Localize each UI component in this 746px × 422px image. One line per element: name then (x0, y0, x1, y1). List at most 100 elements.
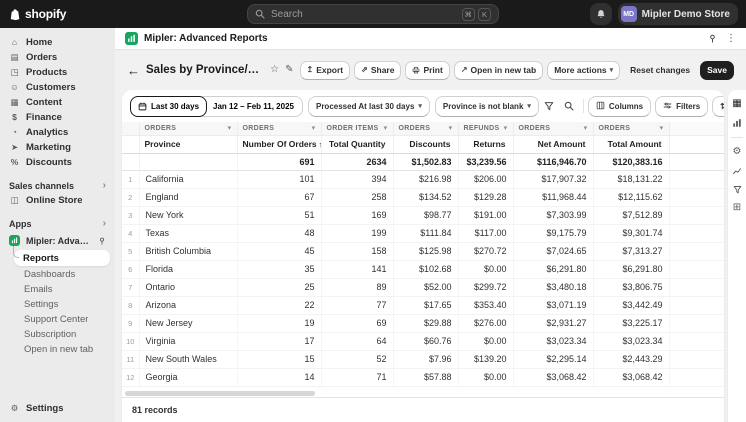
sales-channels-header[interactable]: Sales channels › (0, 179, 115, 193)
column-header[interactable]: Total Quantity (321, 135, 393, 153)
sidebar-nav-item[interactable]: ▦ Content (0, 95, 115, 110)
scrollbar-thumb[interactable] (125, 391, 315, 396)
column-group-header[interactable]: ORDERS ▾ (237, 122, 321, 135)
app-bar: Mipler: Advanced Reports ⋮ (115, 28, 746, 50)
sidebar-item-online-store[interactable]: ◫ Online Store (0, 193, 115, 208)
column-header[interactable]: Returns (458, 135, 513, 153)
column-group-header[interactable]: ORDER ITEMS ▾ (321, 122, 393, 135)
column-header[interactable]: Discounts (393, 135, 458, 153)
mipler-app-label: Mipler: Advanced Rep... (26, 236, 92, 246)
reset-changes-button[interactable]: Reset changes (624, 61, 696, 80)
notifications-button[interactable] (590, 3, 612, 25)
horizontal-scrollbar[interactable] (122, 389, 724, 397)
sidebar-app-subitem[interactable]: Reports (14, 250, 110, 266)
discounts-cell: $57.88 (393, 368, 458, 386)
table-view-icon[interactable]: ▦ (732, 99, 741, 109)
returns-cell: $117.00 (458, 224, 513, 242)
open-in-new-tab-button[interactable]: ↗ Open in new tab (454, 61, 543, 80)
sidebar-app-subitem[interactable]: Open in new tab (0, 342, 115, 357)
date-preset-button[interactable]: Last 30 days (130, 96, 207, 117)
column-header[interactable]: Total Amount (593, 135, 669, 153)
online-store-icon: ◫ (9, 196, 20, 205)
chevron-down-icon: ▾ (527, 103, 531, 110)
discounts-cell: $29.88 (393, 314, 458, 332)
chevron-down-icon[interactable]: ▾ (660, 124, 664, 132)
sidebar-app-subitem[interactable]: Emails (0, 282, 115, 297)
sidebar-nav-item[interactable]: ☺ Customers (0, 80, 115, 95)
chevron-down-icon[interactable]: ▾ (449, 124, 453, 132)
sidebar-app-subitem[interactable]: Subscription (0, 327, 115, 342)
chevron-down-icon[interactable]: ▾ (228, 124, 232, 132)
sidebar-nav-item[interactable]: ◳ Products (0, 65, 115, 80)
store-menu[interactable]: MD Mipler Demo Store (618, 3, 738, 25)
table-row[interactable]: 6 Florida 35 141 $102.68 $0.00 $6,291.80… (122, 260, 724, 278)
shopify-logo[interactable]: shopify (8, 7, 118, 21)
export-button[interactable]: ↥ Export (300, 61, 351, 80)
sidebar-nav-item[interactable]: ⌂ Home (0, 35, 115, 50)
table-row[interactable]: 5 British Columbia 45 158 $125.98 $270.7… (122, 242, 724, 260)
total-quantity-cell: 52 (321, 350, 393, 368)
add-filter-button[interactable] (544, 96, 554, 116)
share-button[interactable]: ⇗ Share (354, 61, 401, 80)
column-group-header[interactable]: ORDERS ▾ (513, 122, 593, 135)
table-row[interactable]: 10 Virginia 17 64 $60.76 $0.00 $3,023.34… (122, 332, 724, 350)
date-range-button[interactable]: Jan 12 – Feb 11, 2025 (202, 96, 303, 117)
total-quantity-cell: 199 (321, 224, 393, 242)
sidebar-app-subitem[interactable]: Dashboards (0, 267, 115, 282)
chevron-down-icon[interactable]: ▾ (504, 124, 508, 132)
total-quantity-cell: 141 (321, 260, 393, 278)
sidebar-nav-item[interactable]: % Discounts (0, 155, 115, 170)
table-row[interactable]: 3 New York 51 169 $98.77 $191.00 $7,303.… (122, 206, 724, 224)
chevron-down-icon: ▾ (610, 67, 614, 74)
table-row[interactable]: 12 Georgia 14 71 $57.88 $0.00 $3,068.42 … (122, 368, 724, 386)
column-group-header[interactable]: ORDERS ▾ (593, 122, 669, 135)
line-chart-icon[interactable] (732, 166, 742, 176)
pin-icon[interactable] (708, 34, 717, 43)
chevron-down-icon[interactable]: ▾ (584, 124, 588, 132)
sidebar-app-subitem[interactable]: Support Center (0, 312, 115, 327)
pivot-icon[interactable]: ⊞ (733, 203, 741, 213)
province-filter[interactable]: Province is not blank ▾ (435, 96, 539, 117)
edit-title-icon[interactable]: ✎ (285, 65, 293, 75)
gear-icon[interactable]: ⚙ (733, 147, 742, 157)
filters-button[interactable]: Filters (655, 96, 708, 117)
column-group-header[interactable]: ORDERS ▾ (139, 122, 237, 135)
table-row[interactable]: 8 Arizona 22 77 $17.65 $353.40 $3,071.19… (122, 296, 724, 314)
sidebar-nav-item[interactable]: $ Finance (0, 110, 115, 125)
table-row[interactable]: 7 Ontario 25 89 $52.00 $299.72 $3,480.18… (122, 278, 724, 296)
sidebar-app-subitem[interactable]: Settings (0, 297, 115, 312)
table-row[interactable]: 11 New South Wales 15 52 $7.96 $139.20 $… (122, 350, 724, 368)
sort-button[interactable]: ⇅ Sort (712, 96, 724, 117)
global-search[interactable]: ⌘ K (247, 4, 499, 24)
columns-button[interactable]: Columns (588, 96, 651, 117)
column-header[interactable]: Province (139, 135, 237, 153)
apps-header[interactable]: Apps › (0, 217, 115, 231)
sidebar-item-settings[interactable]: ⚙ Settings (0, 401, 115, 416)
column-group-header[interactable]: REFUNDS ▾ (458, 122, 513, 135)
back-button[interactable]: ← (127, 64, 140, 77)
chevron-down-icon[interactable]: ▾ (384, 124, 388, 132)
table-row[interactable]: 9 New Jersey 19 69 $29.88 $276.00 $2,931… (122, 314, 724, 332)
print-button[interactable]: Print (405, 61, 449, 80)
column-header[interactable]: Net Amount (513, 135, 593, 153)
table-search-button[interactable] (559, 96, 579, 116)
table-row[interactable]: 1 California 101 394 $216.98 $206.00 $17… (122, 170, 724, 188)
discounts-cell: $125.98 (393, 242, 458, 260)
column-header[interactable]: Number Of Orders↑ (237, 135, 321, 153)
search-input[interactable] (271, 9, 456, 20)
sidebar-nav-item[interactable]: ➤ Marketing (0, 140, 115, 155)
sidebar-nav-item[interactable]: ◔ Analytics (0, 125, 115, 140)
save-button[interactable]: Save (700, 61, 734, 80)
processed-at-filter[interactable]: Processed At last 30 days ▾ (308, 96, 430, 117)
kebab-menu-icon[interactable]: ⋮ (726, 34, 736, 44)
sidebar-nav-item[interactable]: ▤ Orders (0, 50, 115, 65)
funnel-icon[interactable] (733, 185, 742, 194)
chart-view-icon[interactable] (732, 118, 742, 128)
more-actions-button[interactable]: More actions ▾ (547, 61, 620, 80)
chevron-down-icon[interactable]: ▾ (312, 124, 316, 132)
column-group-header[interactable]: ORDERS ▾ (393, 122, 458, 135)
pin-icon[interactable] (98, 237, 106, 245)
favorite-star-icon[interactable]: ☆ (270, 65, 279, 75)
table-row[interactable]: 2 England 67 258 $134.52 $129.28 $11,968… (122, 188, 724, 206)
table-row[interactable]: 4 Texas 48 199 $111.84 $117.00 $9,175.79… (122, 224, 724, 242)
